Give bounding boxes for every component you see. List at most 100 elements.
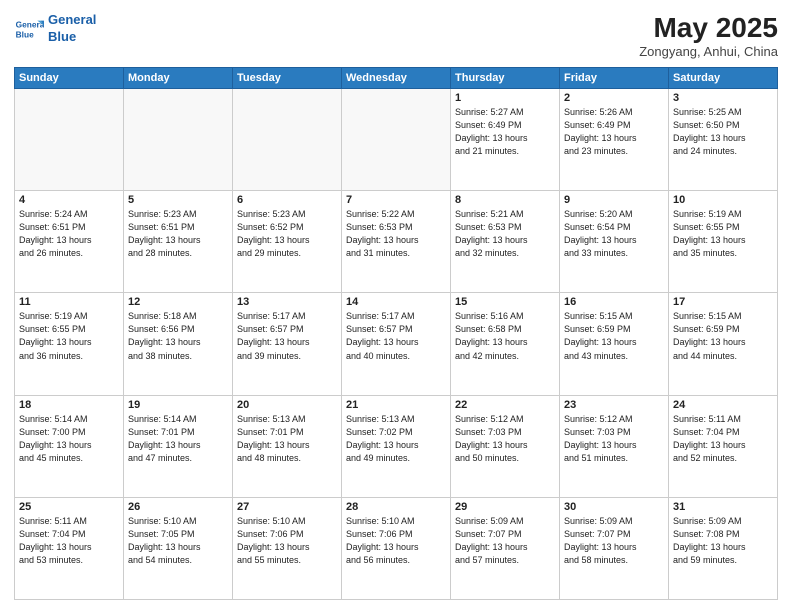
day-number: 19: [128, 399, 228, 411]
day-number: 30: [564, 501, 664, 513]
day-info: Sunrise: 5:27 AMSunset: 6:49 PMDaylight:…: [455, 106, 555, 158]
calendar-cell: 12 Sunrise: 5:18 AMSunset: 6:56 PMDayligh…: [124, 293, 233, 395]
calendar-cell: 21Sunrise: 5:13 AMSunset: 7:02 PMDayligh…: [342, 395, 451, 497]
day-number: 25: [19, 501, 119, 513]
day-info: Sunrise: 5:18 AMSunset: 6:56 PMDaylight:…: [128, 310, 228, 362]
calendar-cell: 19 Sunrise: 5:14 AMSunset: 7:01 PMDayligh…: [124, 395, 233, 497]
day-info: Sunrise: 5:10 AMSunset: 7:06 PMDaylight:…: [346, 515, 446, 567]
day-number: 12: [128, 296, 228, 308]
calendar-cell: 30 Sunrise: 5:09 AMSunset: 7:07 PMDayligh…: [560, 497, 669, 599]
calendar-cell: 20 Sunrise: 5:13 AMSunset: 7:01 PMDayligh…: [233, 395, 342, 497]
calendar-cell: 23Sunrise: 5:12 AMSunset: 7:03 PMDayligh…: [560, 395, 669, 497]
day-header-thursday: Thursday: [451, 68, 560, 89]
page: General Blue General Blue May 2025 Zongy…: [0, 0, 792, 612]
day-number: 22: [455, 399, 555, 411]
calendar-cell: 9 Sunrise: 5:20 AMSunset: 6:54 PMDaylight…: [560, 191, 669, 293]
calendar-cell: 2 Sunrise: 5:26 AMSunset: 6:49 PMDaylight…: [560, 89, 669, 191]
day-number: 20: [237, 399, 337, 411]
day-info: Sunrise: 5:25 AMSunset: 6:50 PMDaylight:…: [673, 106, 773, 158]
day-info: Sunrise: 5:14 AMSunset: 7:00 PMDaylight:…: [19, 413, 119, 465]
calendar-cell: 17 Sunrise: 5:15 AMSunset: 6:59 PMDayligh…: [669, 293, 778, 395]
day-number: 6: [237, 194, 337, 206]
day-info: Sunrise: 5:21 AMSunset: 6:53 PMDaylight:…: [455, 208, 555, 260]
calendar-cell: 6Sunrise: 5:23 AMSunset: 6:52 PMDaylight…: [233, 191, 342, 293]
svg-text:Blue: Blue: [16, 29, 34, 39]
calendar-cell: 14 Sunrise: 5:17 AMSunset: 6:57 PMDayligh…: [342, 293, 451, 395]
calendar-cell: [124, 89, 233, 191]
day-info: Sunrise: 5:23 AMSunset: 6:51 PMDaylight:…: [128, 208, 228, 260]
day-info: Sunrise: 5:17 AMSunset: 6:57 PMDaylight:…: [237, 310, 337, 362]
day-number: 16: [564, 296, 664, 308]
calendar-cell: [342, 89, 451, 191]
day-header-wednesday: Wednesday: [342, 68, 451, 89]
day-info: Sunrise: 5:09 AMSunset: 7:07 PMDaylight:…: [564, 515, 664, 567]
calendar-cell: 26 Sunrise: 5:10 AMSunset: 7:05 PMDayligh…: [124, 497, 233, 599]
calendar-cell: 7 Sunrise: 5:22 AMSunset: 6:53 PMDaylight…: [342, 191, 451, 293]
logo-general: General: [48, 12, 96, 29]
calendar-header-row: SundayMondayTuesdayWednesdayThursdayFrid…: [15, 68, 778, 89]
month-year: May 2025: [639, 12, 778, 44]
day-info: Sunrise: 5:15 AMSunset: 6:59 PMDaylight:…: [673, 310, 773, 362]
calendar-cell: 15 Sunrise: 5:16 AMSunset: 6:58 PMDayligh…: [451, 293, 560, 395]
calendar-cell: 28 Sunrise: 5:10 AMSunset: 7:06 PMDayligh…: [342, 497, 451, 599]
day-info: Sunrise: 5:12 AMSunset: 7:03 PMDaylight:…: [455, 413, 555, 465]
logo-icon: General Blue: [14, 14, 44, 44]
calendar-week-2: 4Sunrise: 5:24 AMSunset: 6:51 PMDaylight…: [15, 191, 778, 293]
calendar-cell: 27Sunrise: 5:10 AMSunset: 7:06 PMDayligh…: [233, 497, 342, 599]
calendar-cell: 10 Sunrise: 5:19 AMSunset: 6:55 PMDayligh…: [669, 191, 778, 293]
header: General Blue General Blue May 2025 Zongy…: [14, 12, 778, 59]
day-info: Sunrise: 5:14 AMSunset: 7:01 PMDaylight:…: [128, 413, 228, 465]
day-info: Sunrise: 5:22 AMSunset: 6:53 PMDaylight:…: [346, 208, 446, 260]
calendar-cell: 13 Sunrise: 5:17 AMSunset: 6:57 PMDayligh…: [233, 293, 342, 395]
day-number: 1: [455, 92, 555, 104]
day-number: 14: [346, 296, 446, 308]
day-info: Sunrise: 5:19 AMSunset: 6:55 PMDaylight:…: [19, 310, 119, 362]
calendar-cell: 8 Sunrise: 5:21 AMSunset: 6:53 PMDaylight…: [451, 191, 560, 293]
calendar-cell: 4Sunrise: 5:24 AMSunset: 6:51 PMDaylight…: [15, 191, 124, 293]
day-number: 8: [455, 194, 555, 206]
calendar-cell: 22 Sunrise: 5:12 AMSunset: 7:03 PMDayligh…: [451, 395, 560, 497]
day-number: 28: [346, 501, 446, 513]
day-number: 21: [346, 399, 446, 411]
day-number: 24: [673, 399, 773, 411]
day-number: 2: [564, 92, 664, 104]
day-header-tuesday: Tuesday: [233, 68, 342, 89]
day-info: Sunrise: 5:26 AMSunset: 6:49 PMDaylight:…: [564, 106, 664, 158]
day-info: Sunrise: 5:20 AMSunset: 6:54 PMDaylight:…: [564, 208, 664, 260]
calendar-week-3: 11 Sunrise: 5:19 AMSunset: 6:55 PMDayligh…: [15, 293, 778, 395]
calendar-cell: 16 Sunrise: 5:15 AMSunset: 6:59 PMDayligh…: [560, 293, 669, 395]
calendar-table: SundayMondayTuesdayWednesdayThursdayFrid…: [14, 67, 778, 600]
logo-blue: Blue: [48, 29, 96, 46]
day-info: Sunrise: 5:16 AMSunset: 6:58 PMDaylight:…: [455, 310, 555, 362]
day-info: Sunrise: 5:17 AMSunset: 6:57 PMDaylight:…: [346, 310, 446, 362]
logo: General Blue General Blue: [14, 12, 96, 46]
calendar-cell: 25Sunrise: 5:11 AMSunset: 7:04 PMDayligh…: [15, 497, 124, 599]
calendar-week-5: 25Sunrise: 5:11 AMSunset: 7:04 PMDayligh…: [15, 497, 778, 599]
day-info: Sunrise: 5:19 AMSunset: 6:55 PMDaylight:…: [673, 208, 773, 260]
day-header-saturday: Saturday: [669, 68, 778, 89]
calendar-cell: 5Sunrise: 5:23 AMSunset: 6:51 PMDaylight…: [124, 191, 233, 293]
day-info: Sunrise: 5:09 AMSunset: 7:07 PMDaylight:…: [455, 515, 555, 567]
calendar-cell: 31Sunrise: 5:09 AMSunset: 7:08 PMDayligh…: [669, 497, 778, 599]
day-number: 17: [673, 296, 773, 308]
day-number: 10: [673, 194, 773, 206]
day-number: 26: [128, 501, 228, 513]
day-info: Sunrise: 5:10 AMSunset: 7:05 PMDaylight:…: [128, 515, 228, 567]
day-info: Sunrise: 5:13 AMSunset: 7:01 PMDaylight:…: [237, 413, 337, 465]
day-number: 15: [455, 296, 555, 308]
day-number: 9: [564, 194, 664, 206]
day-header-friday: Friday: [560, 68, 669, 89]
calendar-cell: 1 Sunrise: 5:27 AMSunset: 6:49 PMDaylight…: [451, 89, 560, 191]
day-info: Sunrise: 5:09 AMSunset: 7:08 PMDaylight:…: [673, 515, 773, 567]
calendar-cell: 24 Sunrise: 5:11 AMSunset: 7:04 PMDayligh…: [669, 395, 778, 497]
day-number: 7: [346, 194, 446, 206]
day-header-sunday: Sunday: [15, 68, 124, 89]
day-number: 11: [19, 296, 119, 308]
day-number: 13: [237, 296, 337, 308]
day-header-monday: Monday: [124, 68, 233, 89]
day-info: Sunrise: 5:11 AMSunset: 7:04 PMDaylight:…: [673, 413, 773, 465]
day-info: Sunrise: 5:15 AMSunset: 6:59 PMDaylight:…: [564, 310, 664, 362]
location: Zongyang, Anhui, China: [639, 44, 778, 59]
day-number: 23: [564, 399, 664, 411]
day-number: 4: [19, 194, 119, 206]
